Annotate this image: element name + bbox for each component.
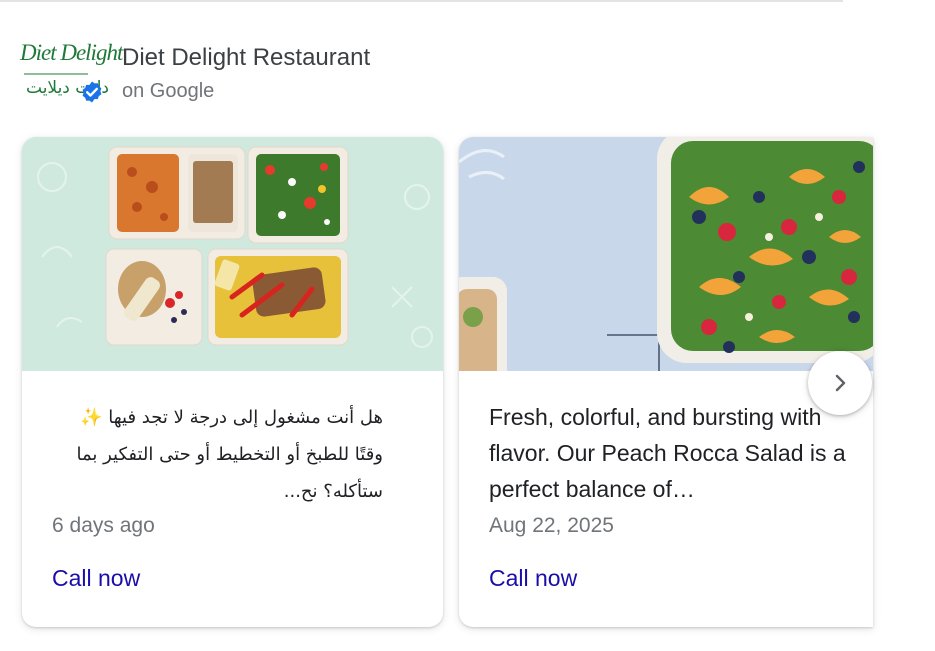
peach-salad-photo — [459, 137, 873, 371]
logo-underline — [24, 73, 88, 75]
top-divider — [0, 0, 843, 2]
verified-check-icon — [82, 81, 102, 103]
post-date: Aug 22, 2025 — [489, 514, 614, 537]
business-header[interactable]: Diet Delight دايت ديلايت Diet Delight Re… — [20, 40, 440, 120]
post-text: هل أنت مشغول إلى درجة لا تجد فيها ✨ وقتً… — [76, 407, 383, 502]
post-image[interactable] — [459, 137, 873, 371]
call-now-button[interactable]: Call now — [52, 565, 140, 592]
post-text: Fresh, colorful, and bursting with flavo… — [489, 404, 846, 502]
meal-boxes-photo — [22, 137, 443, 371]
business-source: on Google — [122, 80, 215, 102]
logo-text-en: Diet Delight — [20, 40, 123, 65]
post-date: 6 days ago — [52, 514, 155, 537]
business-name[interactable]: Diet Delight Restaurant — [122, 44, 370, 72]
post-card[interactable]: هل أنت مشغول إلى درجة لا تجد فيها ✨ وقتً… — [22, 137, 443, 627]
post-image[interactable] — [22, 137, 443, 371]
business-logo[interactable]: Diet Delight دايت ديلايت — [20, 40, 123, 108]
call-now-button[interactable]: Call now — [489, 565, 577, 592]
chevron-right-icon — [835, 374, 846, 392]
carousel-next-button[interactable] — [808, 351, 872, 415]
